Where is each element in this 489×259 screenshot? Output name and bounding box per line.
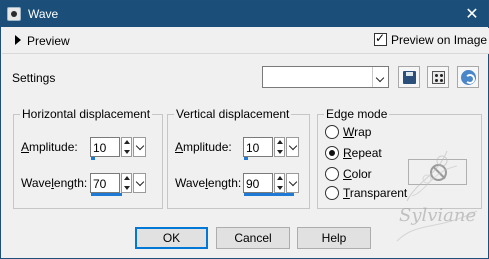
v-amplitude-value: 10	[246, 141, 260, 155]
title-bar: Wave ✕	[1, 1, 488, 27]
watermark-decoration: Sylviane	[387, 141, 487, 253]
horizontal-legend: Horizontal displacement	[20, 107, 153, 121]
v-wavelength-input[interactable]: 90	[243, 173, 294, 196]
spin-down-icon[interactable]	[124, 150, 130, 154]
v-amplitude-spinner[interactable]	[274, 137, 285, 157]
cancel-button[interactable]: Cancel	[216, 227, 290, 249]
wrap-radio[interactable]	[325, 125, 339, 139]
spin-up-icon[interactable]	[277, 176, 283, 180]
spin-up-icon[interactable]	[124, 140, 130, 144]
wrap-label[interactable]: Wrap	[343, 125, 371, 139]
spin-up-icon[interactable]	[124, 176, 130, 180]
settings-label: Settings	[12, 71, 56, 85]
preview-bar: Preview ✓ Preview on Image	[2, 28, 489, 53]
spin-down-icon[interactable]	[277, 186, 283, 190]
color-radio[interactable]	[325, 167, 339, 181]
wave-app-icon	[7, 7, 21, 21]
spin-up-icon[interactable]	[277, 140, 283, 144]
edge-mode-legend: Edge mode	[324, 107, 390, 121]
h-wavelength-level	[91, 193, 122, 196]
save-icon	[403, 71, 416, 84]
reset-button[interactable]	[457, 66, 479, 88]
v-wavelength-spinner[interactable]	[274, 173, 285, 193]
v-amplitude-slider-button[interactable]	[286, 137, 299, 157]
h-wavelength-spinner[interactable]	[121, 173, 132, 193]
wave-dialog: Wave ✕ Preview ✓ Preview on Image Settin…	[0, 0, 489, 259]
h-wavelength-slider-button[interactable]	[133, 173, 146, 193]
transparent-radio[interactable]	[325, 186, 339, 200]
repeat-radio[interactable]	[325, 146, 339, 160]
h-amplitude-label: Amplitude:	[21, 140, 78, 154]
v-wavelength-level	[244, 193, 294, 196]
settings-dropdown[interactable]	[262, 66, 389, 88]
preview-on-image-checkbox[interactable]: ✓	[374, 31, 387, 46]
h-amplitude-value: 10	[93, 141, 107, 155]
reset-icon	[461, 70, 476, 85]
close-icon[interactable]: ✕	[462, 4, 482, 24]
flower-watermark-icon	[396, 150, 478, 242]
vertical-displacement-group: Vertical displacement Amplitude: 10 Wave…	[167, 107, 310, 209]
v-amplitude-level	[244, 157, 248, 160]
v-amplitude-label: Amplitude:	[175, 140, 232, 154]
spin-down-icon[interactable]	[277, 150, 283, 154]
checkmark-icon: ✓	[375, 31, 386, 45]
v-wavelength-slider-button[interactable]	[286, 173, 299, 193]
h-amplitude-spinner[interactable]	[121, 137, 132, 157]
spin-down-icon[interactable]	[124, 186, 130, 190]
preview-toggle[interactable]: Preview	[27, 34, 70, 48]
h-wavelength-input[interactable]: 70	[90, 173, 122, 196]
v-amplitude-input[interactable]: 10	[243, 137, 273, 160]
h-wavelength-value: 70	[93, 177, 107, 191]
divider	[2, 53, 489, 54]
h-wavelength-label: Wavelength:	[21, 176, 88, 190]
window-title: Wave	[28, 7, 59, 21]
chevron-down-icon[interactable]	[372, 67, 388, 87]
randomize-button[interactable]	[427, 66, 449, 88]
preview-on-image-label[interactable]: Preview on Image	[391, 33, 487, 47]
repeat-label[interactable]: Repeat	[343, 146, 382, 160]
h-amplitude-input[interactable]: 10	[90, 137, 120, 160]
ok-button[interactable]: OK	[135, 227, 208, 249]
h-amplitude-level	[91, 157, 95, 160]
watermark-signature: Sylviane	[399, 205, 477, 226]
save-preset-button[interactable]	[398, 66, 420, 88]
v-wavelength-value: 90	[246, 177, 260, 191]
randomize-icon	[432, 71, 445, 84]
help-button[interactable]: Help	[297, 227, 371, 249]
color-label[interactable]: Color	[343, 167, 372, 181]
v-wavelength-label: Wavelength:	[175, 176, 242, 190]
h-amplitude-slider-button[interactable]	[133, 137, 146, 157]
expand-preview-icon[interactable]	[15, 35, 21, 45]
horizontal-displacement-group: Horizontal displacement Amplitude: 10 Wa…	[13, 107, 163, 209]
vertical-legend: Vertical displacement	[174, 107, 292, 121]
